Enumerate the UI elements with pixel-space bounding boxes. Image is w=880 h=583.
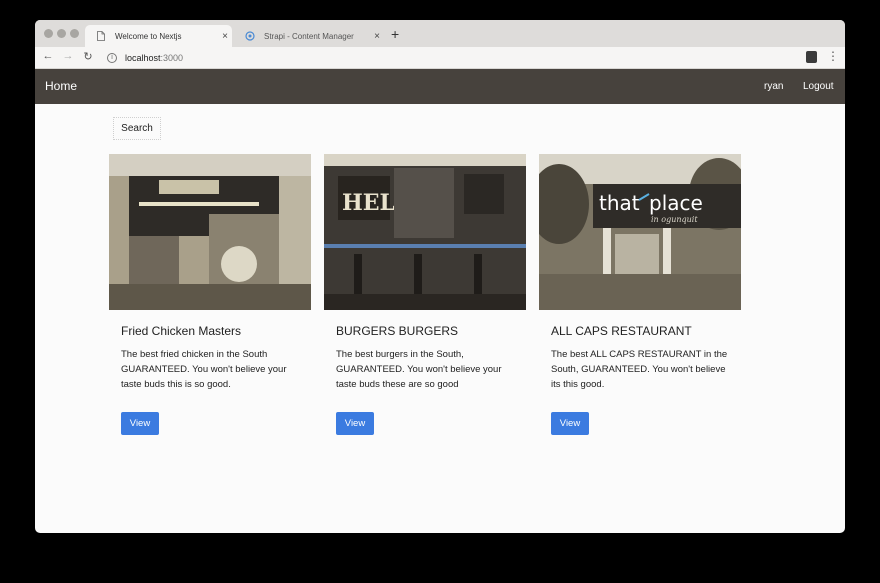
view-button[interactable]: View	[121, 412, 159, 435]
restaurant-card: Fried Chicken Masters The best fried chi…	[109, 154, 311, 435]
forward-button[interactable]: →	[61, 50, 75, 62]
tab-title: Welcome to Nextjs	[115, 31, 182, 41]
restaurant-description: The best ALL CAPS RESTAURANT in the Sout…	[551, 349, 728, 390]
app-navbar: Home ryan Logout	[35, 69, 845, 104]
restaurant-image	[109, 154, 311, 310]
svg-text:place: place	[649, 191, 703, 215]
tab-title: Strapi - Content Manager	[264, 31, 354, 41]
tab-close-icon[interactable]: ×	[218, 31, 232, 42]
info-icon[interactable]: i	[107, 53, 117, 63]
home-link[interactable]: Home	[45, 79, 77, 93]
browser-window: Welcome to Nextjs × Strapi - Content Man…	[35, 20, 845, 533]
url-host: localhost	[125, 53, 161, 63]
extension-icon[interactable]	[806, 51, 817, 63]
tab-close-icon[interactable]: ×	[370, 31, 384, 42]
close-window-icon[interactable]	[44, 29, 53, 38]
tab-strapi[interactable]: Strapi - Content Manager ×	[234, 25, 384, 47]
minimize-window-icon[interactable]	[57, 29, 66, 38]
tab-welcome[interactable]: Welcome to Nextjs ×	[85, 25, 232, 47]
restaurant-name: ALL CAPS RESTAURANT	[551, 324, 692, 338]
new-tab-button[interactable]: +	[391, 26, 399, 42]
restaurant-image: HELLO	[324, 154, 526, 310]
view-button[interactable]: View	[551, 412, 589, 435]
restaurant-image: that place in ogunquit	[539, 154, 741, 310]
search-label: Search	[121, 123, 153, 134]
maximize-window-icon[interactable]	[70, 29, 79, 38]
restaurant-card: HELLO BURGERS BURGERS The best burgers i…	[324, 154, 526, 435]
browser-menu-icon[interactable]: ⋮	[827, 49, 839, 63]
address-bar[interactable]: i localhost :3000	[107, 50, 183, 66]
tab-strip: Welcome to Nextjs × Strapi - Content Man…	[35, 20, 845, 47]
back-button[interactable]: ←	[41, 50, 55, 62]
search-input[interactable]: Search	[113, 117, 161, 140]
restaurant-description: The best fried chicken in the South GUAR…	[121, 349, 287, 390]
restaurant-description: The best burgers in the South, GUARANTEE…	[336, 349, 502, 390]
reload-button[interactable]: ↻	[81, 50, 95, 63]
svg-text:in ogunquit: in ogunquit	[651, 215, 698, 224]
url-port: :3000	[160, 53, 184, 63]
restaurant-card: that place in ogunquit ALL CAPS RESTAURA…	[539, 154, 741, 435]
view-button[interactable]: View	[336, 412, 374, 435]
logout-link[interactable]: Logout	[803, 81, 834, 92]
user-link[interactable]: ryan	[764, 81, 783, 92]
strapi-logo-icon	[244, 29, 256, 43]
restaurant-name: BURGERS BURGERS	[336, 324, 459, 338]
svg-text:that: that	[599, 191, 640, 215]
address-toolbar: ← → ↻ i localhost :3000 ⋮	[35, 47, 845, 69]
restaurant-name: Fried Chicken Masters	[121, 324, 242, 338]
document-icon	[95, 29, 107, 43]
